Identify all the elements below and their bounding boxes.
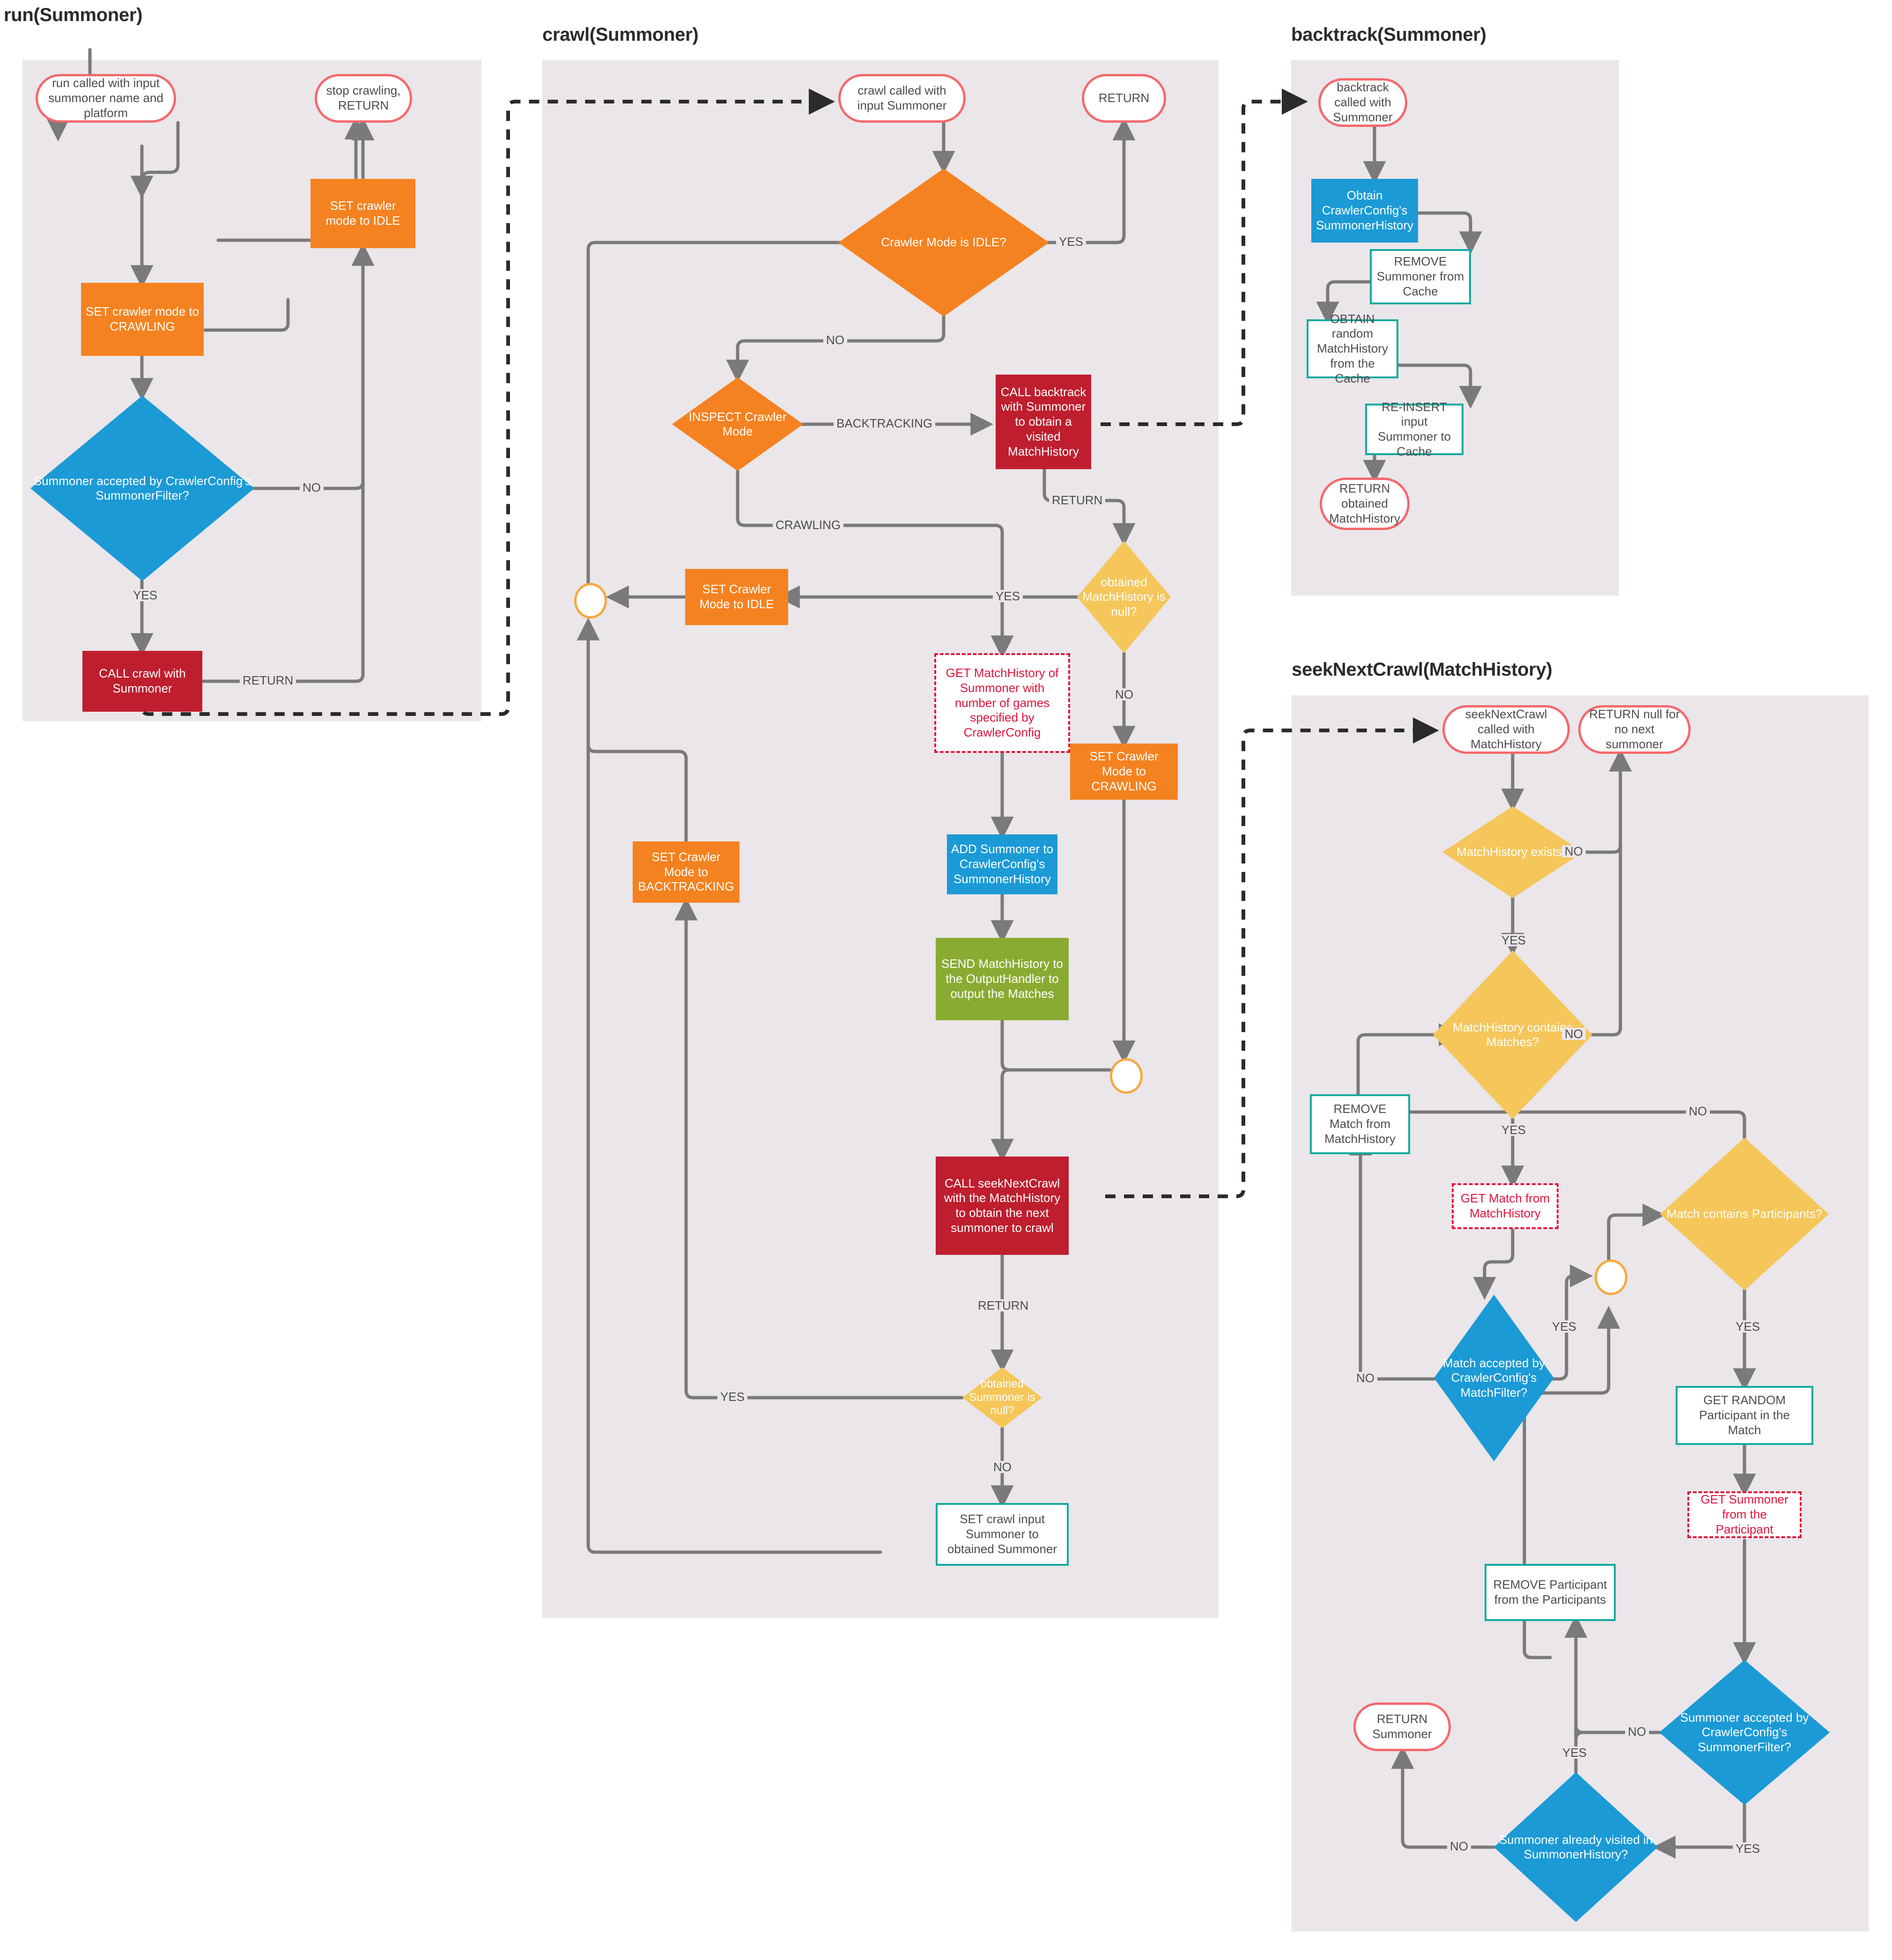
snc-already-visited-label: Summoner already visited in SummonerHist… <box>1499 1832 1653 1861</box>
crawl-merge-node-1 <box>574 583 607 619</box>
panel-title-seeknextcrawl: seekNextCrawl(MatchHistory) <box>1292 659 1552 680</box>
crawl-inspect-mode-decision: INSPECT Crawler Mode <box>672 377 803 471</box>
panel-run <box>22 60 481 721</box>
panel-title-backtrack: backtrack(Summoner) <box>1291 24 1486 45</box>
crawl-call-seeknextcrawl-box: CALL seekNextCrawl with the MatchHistory… <box>936 1157 1069 1255</box>
crawl-edge-label-no: NO <box>823 334 847 346</box>
snc-edge-label-yes5: YES <box>1733 1842 1763 1855</box>
crawl-edge-label-yes: YES <box>1056 236 1086 248</box>
crawl-start-terminator: crawl called with input Summoner <box>838 74 966 123</box>
run-stop-terminator: stop crawling, RETURN <box>315 74 412 123</box>
snc-edge-label-no3: NO <box>1686 1105 1710 1117</box>
snc-get-match-box: GET Match from MatchHistory <box>1452 1183 1559 1229</box>
crawl-edge-label-backtracking: BACKTRACKING <box>834 417 936 429</box>
snc-edge-label-yes4: YES <box>1733 1320 1763 1333</box>
crawl-edge-label-no2: NO <box>1112 688 1136 700</box>
run-set-idle-box: SET crawler mode to IDLE <box>310 179 415 248</box>
snc-match-filter-label: Match accepted by CrawlerConfig's MatchF… <box>1442 1356 1545 1400</box>
crawl-edge-label-return: RETURN <box>1049 494 1106 506</box>
snc-summoner-filter-decision: Summoner accepted by CrawlerConfig's Sum… <box>1659 1660 1830 1805</box>
crawl-summoner-null-label: obtained Summoner is null? <box>969 1377 1035 1417</box>
run-edge-label-yes: YES <box>130 589 161 601</box>
snc-merge-node <box>1595 1260 1627 1295</box>
snc-edge-label-no5: NO <box>1625 1725 1649 1738</box>
crawl-add-summoner-box: ADD Summoner to CrawlerConfig's Summoner… <box>947 834 1057 894</box>
crawl-inspect-mode-label: INSPECT Crawler Mode <box>688 409 787 438</box>
run-set-crawling-box: SET crawler mode to CRAWLING <box>81 283 204 356</box>
crawl-edge-label-no3: NO <box>990 1461 1014 1473</box>
run-edge-label-no: NO <box>300 481 324 494</box>
run-start-terminator: run called with input summoner name and … <box>36 74 176 123</box>
crawl-edge-label-yes2: YES <box>993 590 1023 602</box>
snc-summoner-filter-label: Summoner accepted by CrawlerConfig's Sum… <box>1680 1710 1809 1754</box>
snc-match-filter-decision: Match accepted by CrawlerConfig's MatchF… <box>1434 1295 1554 1461</box>
crawl-set-idle-box: SET Crawler Mode to IDLE <box>685 569 788 625</box>
crawl-summoner-null-decision: obtained Summoner is null? <box>962 1367 1042 1428</box>
backtrack-obtain-summonerhistory-box: Obtain CrawlerConfig's SummonerHistory <box>1311 179 1418 243</box>
run-summoner-filter-label: Summoner accepted by CrawlerConfig's Sum… <box>33 473 251 502</box>
crawl-send-matchhistory-box: SEND MatchHistory to the OutputHandler t… <box>936 938 1069 1020</box>
run-summoner-filter-decision: Summoner accepted by CrawlerConfig's Sum… <box>30 396 254 581</box>
snc-edge-label-yes6: YES <box>1559 1746 1590 1759</box>
crawl-is-idle-decision: Crawler Mode is IDLE? <box>838 169 1049 317</box>
snc-get-summoner-box: GET Summoner from the Participant <box>1687 1491 1802 1538</box>
crawl-set-backtracking-box: SET Crawler Mode to BACKTRACKING <box>633 841 739 903</box>
snc-match-participants-label: Match contains Participants? <box>1666 1207 1823 1221</box>
crawl-return-terminator: RETURN <box>1082 74 1166 123</box>
crawl-merge-node-2 <box>1110 1058 1143 1094</box>
crawl-get-matchhistory-box: GET MatchHistory of Summoner with number… <box>934 653 1070 753</box>
run-edge-label-return: RETURN <box>240 674 296 686</box>
crawl-edge-label-crawling: CRAWLING <box>773 519 844 531</box>
crawl-call-backtrack-box: CALL backtrack with Summoner to obtain a… <box>996 375 1091 469</box>
snc-edge-label-yes3: YES <box>1549 1320 1580 1333</box>
snc-remove-participant-box: REMOVE Participant from the Participants <box>1485 1564 1616 1621</box>
panel-title-crawl: crawl(Summoner) <box>542 24 699 45</box>
backtrack-return-terminator: RETURN obtained MatchHistory <box>1320 478 1410 530</box>
crawl-set-crawling-box: SET Crawler Mode to CRAWLING <box>1070 744 1178 800</box>
snc-already-visited-decision: Summoner already visited in SummonerHist… <box>1494 1772 1658 1922</box>
snc-get-random-participant-box: GET RANDOM Participant in the Match <box>1676 1386 1813 1445</box>
snc-return-null-terminator: RETURN null for no next summoner <box>1578 705 1691 754</box>
crawl-edge-label-yes3: YES <box>717 1391 748 1403</box>
panel-title-run: run(Summoner) <box>4 5 143 25</box>
crawl-mh-null-decision: obtained MatchHistory is null? <box>1077 541 1171 653</box>
crawl-mh-null-label: obtained MatchHistory is null? <box>1082 575 1166 619</box>
snc-edge-label-no1: NO <box>1562 845 1586 857</box>
snc-edge-label-yes2: YES <box>1499 1124 1529 1136</box>
snc-edge-label-yes1: YES <box>1499 934 1529 946</box>
snc-start-terminator: seekNextCrawl called with MatchHistory <box>1442 705 1570 754</box>
snc-edge-label-no2: NO <box>1562 1028 1586 1040</box>
snc-match-participants-decision: Match contains Participants? <box>1660 1138 1829 1290</box>
backtrack-start-terminator: backtrack called with Summoner <box>1318 78 1407 127</box>
snc-return-summoner-terminator: RETURN Summoner <box>1353 1702 1451 1751</box>
snc-edge-label-no4: NO <box>1353 1372 1377 1384</box>
run-call-crawl-box: CALL crawl with Summoner <box>82 651 202 712</box>
crawl-set-crawl-input-box: SET crawl input Summoner to obtained Sum… <box>936 1503 1069 1566</box>
crawl-is-idle-label: Crawler Mode is IDLE? <box>881 235 1006 250</box>
backtrack-obtain-matchhistory-box: OBTAIN random MatchHistory from the Cach… <box>1307 312 1398 385</box>
snc-remove-match-box: REMOVE Match from MatchHistory <box>1310 1094 1410 1154</box>
backtrack-remove-summoner-box: REMOVE Summoner from Cache <box>1370 249 1471 304</box>
crawl-edge-label-return2: RETURN <box>975 1299 1032 1312</box>
snc-edge-label-no6: NO <box>1447 1840 1471 1852</box>
backtrack-reinsert-summoner-box: RE-INSERT input Summoner to Cache <box>1365 400 1463 458</box>
